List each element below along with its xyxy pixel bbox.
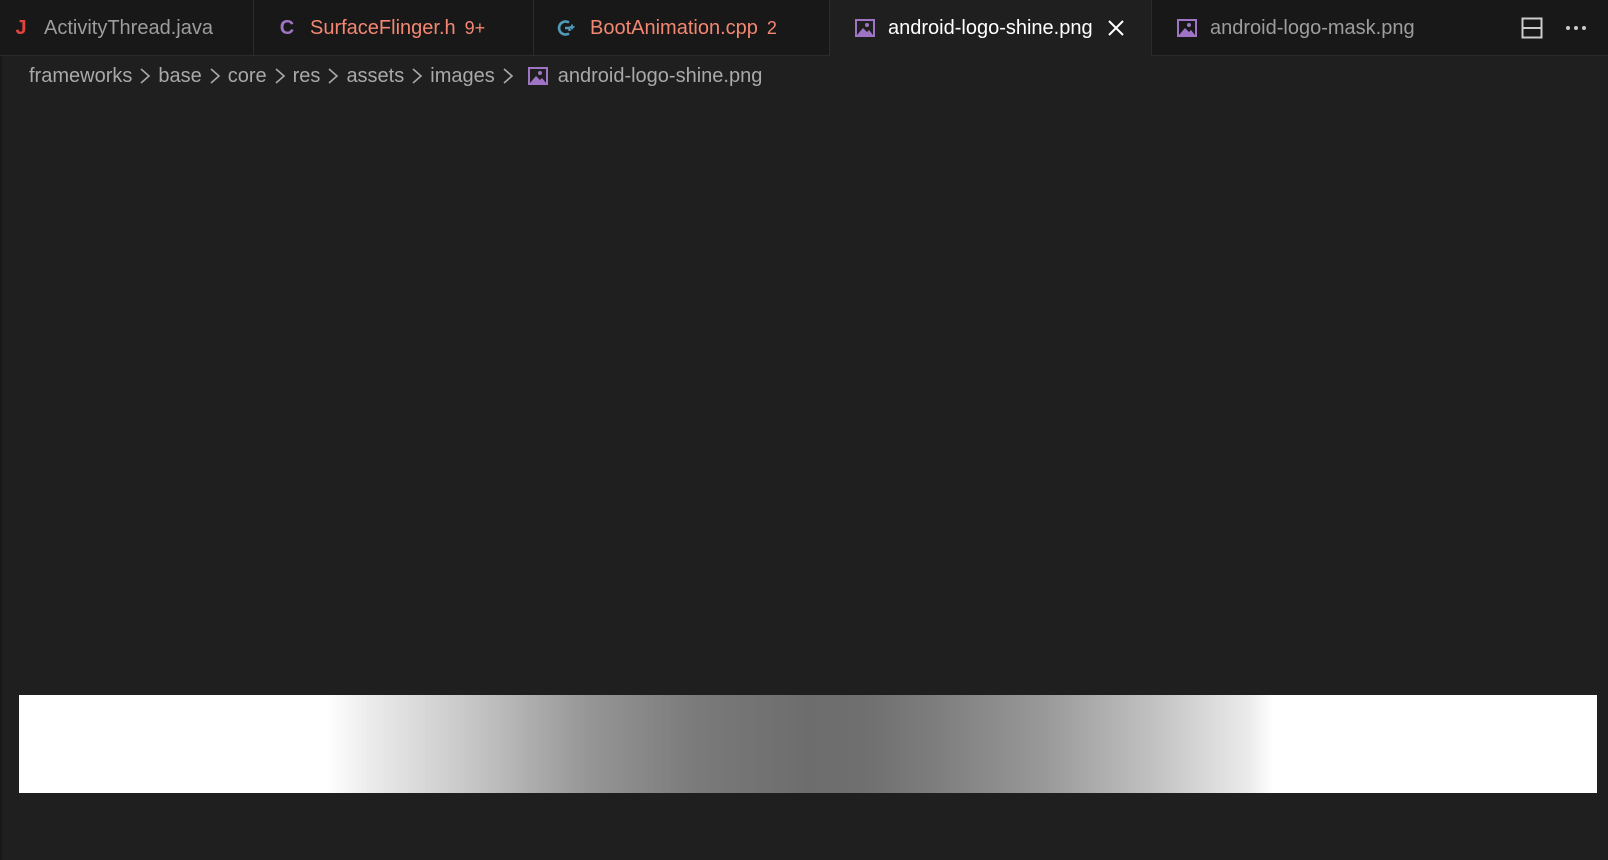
chevron-right-icon <box>495 67 521 85</box>
tab-android-logo-mask[interactable]: android-logo-mask.png <box>1152 0 1452 56</box>
breadcrumb-item[interactable]: core <box>228 65 267 88</box>
breadcrumb-item[interactable]: assets <box>346 65 404 88</box>
cpp-file-icon <box>556 17 578 39</box>
tab-label: android-logo-mask.png <box>1210 16 1415 39</box>
breadcrumb-item[interactable]: images <box>430 65 494 88</box>
split-editor-icon[interactable] <box>1520 16 1544 40</box>
image-file-icon <box>1176 17 1198 39</box>
tab-label: android-logo-shine.png <box>888 16 1093 39</box>
window-edge <box>0 56 2 860</box>
image-file-icon <box>527 65 549 87</box>
problem-count-badge: 2 <box>766 17 777 38</box>
breadcrumb: frameworks base core res assets images a… <box>29 58 762 94</box>
breadcrumb-file[interactable]: android-logo-shine.png <box>558 65 763 88</box>
chevron-right-icon <box>404 67 430 85</box>
tab-label: ActivityThread.java <box>44 16 213 39</box>
image-preview <box>19 695 1597 793</box>
chevron-right-icon <box>320 67 346 85</box>
tab-label: BootAnimation.cpp <box>590 16 758 39</box>
c-header-file-icon: C <box>279 16 295 39</box>
tab-android-logo-shine[interactable]: android-logo-shine.png <box>830 0 1152 56</box>
chevron-right-icon <box>267 67 293 85</box>
chevron-right-icon <box>202 67 228 85</box>
breadcrumb-item[interactable]: res <box>293 65 321 88</box>
java-file-icon: J <box>15 16 27 39</box>
breadcrumb-item[interactable]: frameworks <box>29 65 132 88</box>
tab-surfaceflinger[interactable]: C SurfaceFlinger.h 9+ <box>254 0 534 56</box>
tab-bootanimation[interactable]: BootAnimation.cpp 2 <box>534 0 830 56</box>
breadcrumb-item[interactable]: base <box>158 65 201 88</box>
editor-tab-bar: J ActivityThread.java C SurfaceFlinger.h… <box>0 0 1608 56</box>
editor-actions <box>1520 0 1608 55</box>
close-icon[interactable] <box>1105 17 1127 39</box>
image-file-icon <box>854 17 876 39</box>
more-actions-icon[interactable] <box>1564 16 1588 40</box>
chevron-right-icon <box>132 67 158 85</box>
tab-label: SurfaceFlinger.h <box>310 16 456 39</box>
problem-count-badge: 9+ <box>464 17 486 38</box>
tab-activitythread[interactable]: J ActivityThread.java <box>0 0 254 56</box>
